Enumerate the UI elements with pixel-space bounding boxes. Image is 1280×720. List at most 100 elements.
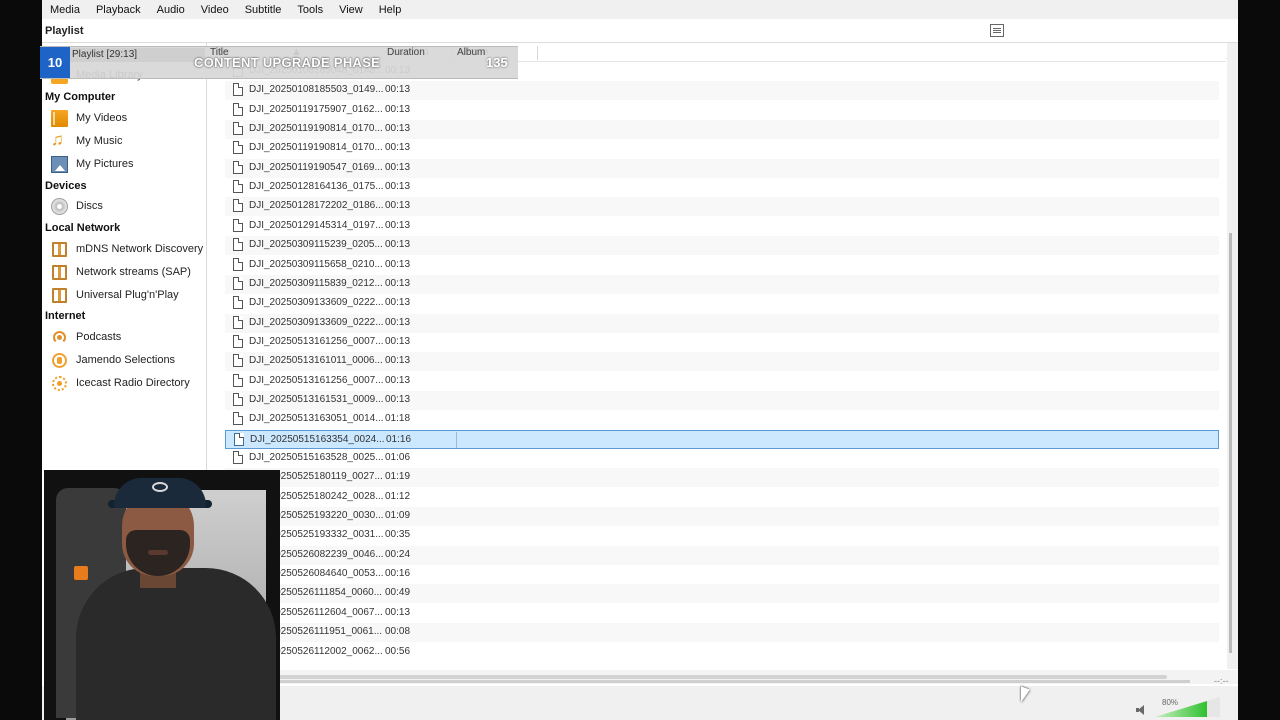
row-duration: 00:13 — [385, 181, 411, 193]
table-row[interactable]: DJI_20250513161256_0007... 00:13 — [225, 333, 1219, 352]
row-title: DJI_20250309115839_0212... — [249, 277, 383, 289]
row-duration: 00:13 — [385, 606, 411, 618]
menu-tools[interactable]: Tools — [289, 4, 331, 16]
mouse-cursor-icon — [1021, 686, 1030, 706]
table-row[interactable]: DJI_20250119190814_0170... 00:13 — [225, 120, 1219, 140]
overlay-playlist-item: Playlist [29:13] — [70, 48, 205, 62]
table-row[interactable]: DJI_20250513163051_0014... 01:18 — [225, 410, 1219, 429]
table-row[interactable]: DJI_20250525180119_0027... 01:19 — [225, 468, 1219, 488]
file-icon — [233, 373, 243, 387]
file-icon — [233, 122, 243, 136]
table-row[interactable]: DJI_20250108185503_0149... 00:13 — [225, 81, 1219, 101]
table-row[interactable]: DJI_20250526112604_0067... 00:13 — [225, 604, 1219, 623]
menu-playback[interactable]: Playback — [88, 4, 149, 16]
file-icon — [233, 218, 243, 232]
scrollbar-thumb[interactable] — [1229, 233, 1232, 653]
playlist-title: Playlist — [45, 25, 84, 37]
sidebar-item-mdns[interactable]: mDNS Network Discovery — [45, 239, 203, 259]
table-row[interactable]: DJI_20250309115239_0205... 00:13 — [225, 236, 1219, 256]
volume-label: 80% — [1162, 698, 1179, 707]
row-title: DJI_20250119190814_0170... — [249, 123, 383, 135]
row-duration: 00:13 — [385, 393, 411, 405]
file-icon — [233, 315, 243, 329]
sidebar-item-sap[interactable]: Network streams (SAP) — [45, 262, 203, 282]
overlay-playlist-label: Playlist [29:13] — [72, 49, 138, 60]
vertical-scrollbar[interactable] — [1227, 43, 1238, 669]
table-row[interactable]: DJI_20250119175907_0162... 00:13 — [225, 101, 1219, 120]
row-title: DJI_20250119175907_0162... — [249, 103, 383, 115]
row-duration: 00:13 — [385, 374, 411, 386]
row-title: DJI_20250513161011_0006... — [249, 355, 383, 367]
table-row[interactable]: DJI_20250119190547_0169... 00:13 — [225, 158, 1219, 178]
table-row[interactable]: DJI_20250525180242_0028... 01:12 — [225, 488, 1219, 507]
file-icon — [233, 238, 243, 252]
row-title: DJI_20250513161531_0009... — [249, 393, 384, 405]
menu-video[interactable]: Video — [193, 4, 237, 16]
sidebar-item-icecast[interactable]: Icecast Radio Directory — [45, 373, 203, 393]
table-row[interactable]: DJI_20250525193220_0030... 01:09 — [225, 507, 1219, 527]
table-row[interactable]: DJI_20250128164136_0175... 00:13 — [225, 178, 1219, 197]
table-row[interactable]: DJI_20250513161256_0007... 00:13 — [225, 372, 1219, 391]
menu-help[interactable]: Help — [371, 4, 410, 16]
sidebar-item-my-videos[interactable]: My Videos — [45, 108, 203, 128]
view-mode-icon[interactable] — [990, 24, 1004, 37]
webcam-person-body — [76, 568, 276, 720]
sidebar-item-my-pictures[interactable]: My Pictures — [45, 154, 203, 174]
webcam-overlay — [44, 470, 280, 720]
row-duration: 00:24 — [385, 548, 411, 560]
table-row[interactable]: DJI_20250309115839_0212... 00:13 — [225, 274, 1219, 294]
menu-audio[interactable]: Audio — [149, 4, 193, 16]
table-row[interactable]: DJI_20250526111951_0061... 00:08 — [225, 623, 1219, 643]
sidebar-heading-my-computer: My Computer — [45, 91, 116, 103]
table-row[interactable]: DJI_20250309115658_0210... 00:13 — [225, 256, 1219, 275]
table-row[interactable]: DJI_20250309133609_0222... 00:13 — [225, 294, 1219, 313]
webcam-person-mouth — [148, 550, 168, 555]
menu-subtitle[interactable]: Subtitle — [237, 4, 290, 16]
row-title: DJI_20250128172202_0186... — [249, 200, 384, 212]
table-row[interactable]: DJI_20250119190814_0170... 00:13 — [225, 139, 1219, 158]
file-icon — [233, 102, 243, 116]
row-title: DJI_20250119190547_0169... — [249, 161, 383, 173]
table-row[interactable]: DJI_20250513161531_0009... 00:13 — [225, 390, 1219, 410]
sidebar-item-jamendo[interactable]: Jamendo Selections — [45, 350, 203, 370]
column-separator[interactable] — [537, 46, 538, 60]
network-icon — [51, 241, 68, 258]
row-duration: 00:08 — [385, 626, 411, 638]
row-duration: 01:19 — [385, 471, 411, 483]
speaker-icon[interactable] — [1136, 705, 1146, 715]
table-row[interactable]: DJI_20250515163528_0025... 01:06 — [225, 449, 1219, 468]
sidebar-item-label: Jamendo Selections — [76, 354, 176, 366]
table-row[interactable]: DJI_20250525193332_0031... 00:35 — [225, 526, 1219, 545]
table-row[interactable]: DJI_20250526112002_0062... 00:56 — [225, 643, 1219, 662]
row-duration: 00:13 — [385, 316, 411, 328]
row-duration: 00:13 — [385, 161, 411, 173]
file-icon — [233, 83, 243, 97]
network-icon — [51, 287, 68, 304]
menu-media[interactable]: Media — [42, 4, 88, 16]
file-icon — [233, 199, 243, 213]
sidebar-item-label: mDNS Network Discovery — [76, 243, 204, 255]
table-row[interactable]: DJI_20250128172202_0186... 00:13 — [225, 197, 1219, 217]
row-title: DJI_20250513161256_0007... — [249, 335, 384, 347]
sidebar-item-my-music[interactable]: My Music — [45, 130, 203, 151]
table-row[interactable]: DJI_20250526084640_0053... 00:16 — [225, 565, 1219, 584]
table-row[interactable]: DJI_20250526111854_0060... 00:49 — [225, 584, 1219, 604]
table-row[interactable]: DJI_20250515163354_0024... 01:16 — [225, 429, 1219, 449]
sidebar-heading-local-network: Local Network — [45, 222, 121, 234]
overlay-banner: Playlist [29:13] Title Duration Album 10… — [40, 46, 518, 79]
file-icon — [233, 334, 243, 348]
table-row[interactable]: DJI_20250129145314_0197... 00:13 — [225, 217, 1219, 236]
sidebar-item-upnp[interactable]: Universal Plug'n'Play — [45, 285, 203, 305]
menu-view[interactable]: View — [331, 4, 371, 16]
sidebar-item-discs[interactable]: Discs — [45, 196, 203, 216]
table-row[interactable]: DJI_20250513161011_0006... 00:13 — [225, 352, 1219, 372]
sidebar-item-podcasts[interactable]: Podcasts — [45, 327, 203, 347]
row-title: DJI_20250129145314_0197... — [249, 219, 384, 231]
time-display: --:-- — [1214, 676, 1229, 686]
table-row[interactable]: DJI_20250309133609_0222... 00:13 — [225, 313, 1219, 333]
table-row[interactable]: DJI_20250526082239_0046... 00:24 — [225, 545, 1219, 565]
row-duration: 00:13 — [385, 239, 411, 251]
scrollbar-thumb[interactable] — [207, 675, 1167, 679]
playlist-header: Playlist — [42, 19, 1238, 59]
file-icon — [233, 276, 243, 290]
